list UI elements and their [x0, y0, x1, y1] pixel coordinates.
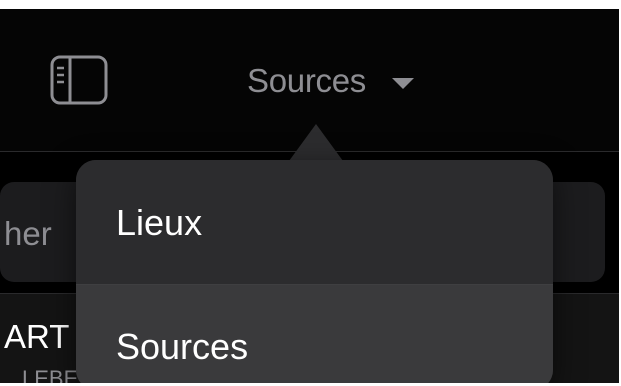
app-screen: Sources her ART LEBE Lieux Sources [0, 0, 621, 386]
menu-item-label: Lieux [116, 201, 203, 243]
menu-item-sources[interactable]: Sources [76, 285, 553, 386]
sidebar-icon[interactable] [50, 55, 108, 105]
top-margin [0, 0, 621, 9]
nav-title-label: Sources [247, 62, 366, 99]
search-placeholder-fragment: her [4, 215, 52, 252]
list-item-title-fragment: ART [4, 318, 70, 355]
popover-arrow [289, 124, 343, 161]
menu-item-label: Sources [116, 326, 249, 367]
triangle-down-icon [391, 77, 414, 89]
source-menu-popover: Lieux Sources [76, 160, 553, 386]
menu-item-lieux[interactable]: Lieux [76, 160, 553, 285]
source-picker-button[interactable]: Sources [247, 61, 414, 101]
